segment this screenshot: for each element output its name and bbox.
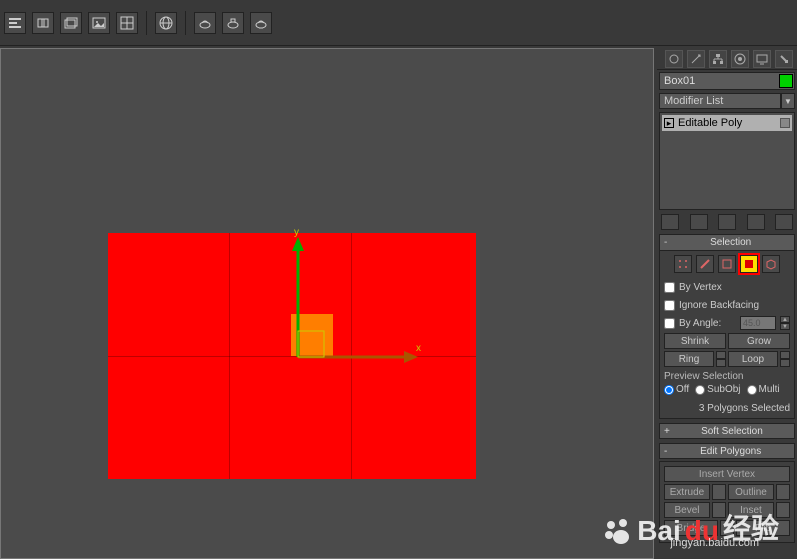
stack-item-editable-poly[interactable]: ▸ Editable Poly — [662, 115, 792, 131]
selected-polygon-highlight — [291, 314, 333, 356]
inset-settings-icon[interactable] — [776, 502, 790, 518]
toolbar-divider — [185, 11, 186, 35]
stack-toggle-icon[interactable] — [780, 118, 790, 128]
extrude-button[interactable]: Extrude — [664, 484, 710, 500]
preview-subobj-radio[interactable] — [695, 385, 705, 395]
configure-sets-icon[interactable] — [775, 214, 793, 230]
toolbar-link-icon[interactable] — [32, 12, 54, 34]
by-angle-value[interactable]: 45.0 — [740, 316, 776, 330]
soft-selection-rollout-header[interactable]: + Soft Selection — [659, 423, 795, 439]
grow-button[interactable]: Grow — [728, 333, 790, 349]
modifier-stack[interactable]: ▸ Editable Poly — [659, 112, 795, 210]
preview-selection-label: Preview Selection — [664, 371, 790, 382]
stack-item-label: Editable Poly — [678, 117, 742, 129]
by-vertex-label: By Vertex — [679, 282, 722, 293]
edit-polygons-body: Insert Vertex Extrude Outline Bevel Inse… — [659, 461, 795, 543]
ring-spinner[interactable] — [716, 351, 726, 367]
toolbar-image-icon[interactable] — [88, 12, 110, 34]
remove-modifier-icon[interactable] — [747, 214, 765, 230]
by-angle-label: By Angle: — [679, 318, 721, 329]
preview-multi-radio[interactable] — [747, 385, 757, 395]
by-angle-spinner[interactable]: ▲▼ — [780, 316, 790, 330]
toolbar-layer-icon[interactable] — [60, 12, 82, 34]
flip-button[interactable]: Flip — [736, 520, 790, 536]
toolbar-teapot3-icon[interactable] — [250, 12, 272, 34]
create-tab-icon[interactable] — [665, 50, 683, 68]
toolbar-globe-icon[interactable] — [155, 12, 177, 34]
pin-stack-icon[interactable] — [661, 214, 679, 230]
show-end-result-icon[interactable] — [690, 214, 708, 230]
preview-subobj-label: SubObj — [707, 384, 740, 395]
make-unique-icon[interactable] — [718, 214, 736, 230]
loop-button[interactable]: Loop — [728, 351, 778, 367]
rollout-collapse-icon: - — [664, 446, 667, 457]
hierarchy-tab-icon[interactable] — [709, 50, 727, 68]
preview-off-label: Off — [676, 384, 689, 395]
selection-rollout-title: Selection — [671, 237, 790, 248]
polygon-subobj-icon[interactable] — [740, 255, 758, 273]
object-name-field[interactable]: Box01 — [660, 75, 778, 87]
rollout-expand-icon: + — [664, 426, 670, 437]
object-name-row: Box01 — [659, 72, 795, 90]
preview-multi-label: Multi — [759, 384, 780, 395]
selection-rollout: - Selection By Vertex Ignore Backfacing — [659, 234, 795, 419]
ignore-backfacing-checkbox[interactable] — [664, 300, 675, 311]
object-color-swatch[interactable] — [779, 74, 793, 88]
selection-rollout-header[interactable]: - Selection — [660, 235, 794, 251]
modifier-list-dropdown[interactable]: Modifier List — [659, 93, 781, 109]
ignore-backfacing-label: Ignore Backfacing — [679, 300, 759, 311]
bevel-button[interactable]: Bevel — [664, 502, 710, 518]
extrude-settings-icon[interactable] — [712, 484, 726, 500]
preview-selection-radios: Off SubObj Multi — [664, 384, 790, 395]
stack-expand-icon[interactable]: ▸ — [664, 118, 674, 128]
modifier-list-row: Modifier List ▼ — [659, 92, 795, 110]
by-vertex-row: By Vertex — [664, 279, 790, 295]
display-tab-icon[interactable] — [753, 50, 771, 68]
soft-selection-title: Soft Selection — [674, 426, 790, 437]
bevel-settings-icon[interactable] — [712, 502, 726, 518]
modify-tab-icon[interactable] — [687, 50, 705, 68]
outline-button[interactable]: Outline — [728, 484, 774, 500]
inset-button[interactable]: Inset — [728, 502, 774, 518]
subobject-buttons — [664, 255, 790, 273]
bridge-settings-icon[interactable] — [720, 520, 734, 536]
by-vertex-checkbox[interactable] — [664, 282, 675, 293]
selection-info: 3 Polygons Selected — [664, 403, 790, 414]
vertex-subobj-icon[interactable] — [674, 255, 692, 273]
edit-polygons-title: Edit Polygons — [671, 446, 790, 457]
top-toolbar — [0, 0, 797, 46]
toolbar-align-icon[interactable] — [4, 12, 26, 34]
motion-tab-icon[interactable] — [731, 50, 749, 68]
ring-button[interactable]: Ring — [664, 351, 714, 367]
command-panel: Box01 Modifier List ▼ ▸ Editable Poly - … — [657, 48, 797, 559]
by-angle-row: By Angle: 45.0 ▲▼ — [664, 315, 790, 331]
toolbar-divider — [146, 11, 147, 35]
shrink-button[interactable]: Shrink — [664, 333, 726, 349]
rollout-collapse-icon: - — [664, 237, 667, 248]
loop-spinner[interactable] — [780, 351, 790, 367]
command-panel-tabs — [657, 48, 797, 70]
viewport[interactable]: y x — [0, 48, 654, 559]
stack-buttons — [659, 214, 795, 230]
toolbar-teapot2-icon[interactable] — [222, 12, 244, 34]
selected-object-plane[interactable] — [108, 233, 476, 479]
toolbar-grid-icon[interactable] — [116, 12, 138, 34]
bridge-button[interactable]: Bridge — [664, 520, 718, 536]
element-subobj-icon[interactable] — [762, 255, 780, 273]
by-angle-checkbox[interactable] — [664, 318, 675, 329]
edge-subobj-icon[interactable] — [696, 255, 714, 273]
border-subobj-icon[interactable] — [718, 255, 736, 273]
ignore-backfacing-row: Ignore Backfacing — [664, 297, 790, 313]
modifier-list-chevron-icon[interactable]: ▼ — [781, 93, 795, 109]
insert-vertex-button[interactable]: Insert Vertex — [664, 466, 790, 482]
utilities-tab-icon[interactable] — [775, 50, 793, 68]
outline-settings-icon[interactable] — [776, 484, 790, 500]
edit-polygons-rollout-header[interactable]: - Edit Polygons — [659, 443, 795, 459]
preview-off-radio[interactable] — [664, 385, 674, 395]
toolbar-teapot1-icon[interactable] — [194, 12, 216, 34]
